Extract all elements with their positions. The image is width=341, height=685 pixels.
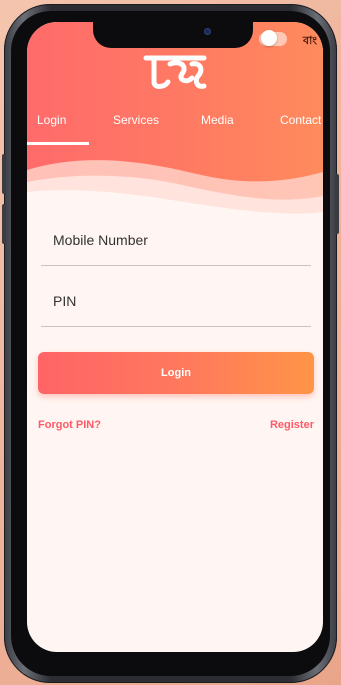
main-nav: Login Services Media Contact — [27, 110, 323, 146]
login-button[interactable]: Login — [38, 352, 314, 394]
pin-field — [41, 281, 311, 327]
tab-media[interactable]: Media — [201, 110, 234, 144]
app-screen: বাং Login Services Media Contact Login F… — [27, 22, 323, 652]
front-camera — [204, 28, 211, 35]
language-toggle-knob[interactable] — [261, 30, 277, 46]
active-tab-indicator — [27, 142, 89, 145]
power-button — [335, 174, 339, 234]
volume-down-button — [2, 204, 6, 244]
mobile-number-input[interactable] — [51, 224, 305, 256]
app-logo — [143, 55, 207, 89]
mobile-number-field — [41, 220, 311, 266]
camera-notch — [93, 22, 253, 48]
tab-contact[interactable]: Contact — [280, 110, 321, 144]
volume-up-button — [2, 154, 6, 194]
pin-input[interactable] — [51, 285, 305, 317]
tab-login[interactable]: Login — [37, 110, 66, 144]
tab-services[interactable]: Services — [113, 110, 159, 144]
forgot-pin-link[interactable]: Forgot PIN? — [38, 419, 101, 431]
language-label[interactable]: বাং — [303, 32, 317, 51]
register-link[interactable]: Register — [270, 419, 314, 431]
